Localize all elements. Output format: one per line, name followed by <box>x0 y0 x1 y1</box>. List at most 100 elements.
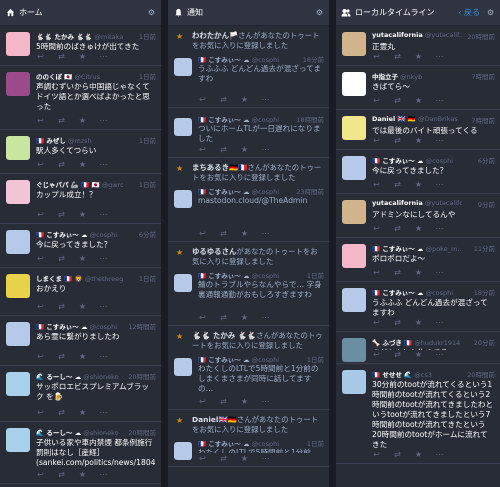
more-icon[interactable]: ⋯ <box>99 52 108 61</box>
status-author[interactable]: 🇫🇷 こすみぃ～ ☁ @cosphi <box>372 155 462 165</box>
status-author[interactable]: 🇫🇷 こすみぃ～ ☁ @cosphi <box>198 54 295 64</box>
favourite-icon[interactable]: ★ <box>78 160 87 169</box>
more-icon[interactable]: ⋯ <box>99 470 108 479</box>
status-item[interactable]: 🇫🇷 こすみぃ～ ☁ @cosphi 6分前 今に戻ってきました？ ↩ ⇄ ★ ⋯ <box>336 150 500 194</box>
status-item[interactable]: ぐじゃパパ 🦾 🇫🇷 🇯🇵 @gwrodj 1日前カップル成立！？ ↩ ⇄ ★ ⋯ <box>0 174 161 224</box>
more-icon[interactable]: ⋯ <box>435 224 444 233</box>
status-item[interactable]: 中指立子 @nkyb 7時間前 きばてら〜 ↩ ⇄ ★ ⋯ <box>336 66 500 110</box>
status-author[interactable]: 🇫🇷 こすみぃ～ ☁ @poke_m... <box>372 243 462 253</box>
boost-icon[interactable]: ⇄ <box>57 302 66 311</box>
favourite-icon[interactable]: ★ <box>414 96 423 105</box>
status-item[interactable]: しまくま 🇫🇷 🦁 @thethreegr 1日前 おかえり ↩ ⇄ ★ ⋯ <box>0 268 161 316</box>
avatar[interactable] <box>6 180 30 204</box>
reply-icon[interactable]: ↩ <box>372 318 381 327</box>
favourite-icon[interactable]: ★ <box>240 145 249 154</box>
avatar[interactable] <box>342 200 366 224</box>
reply-icon[interactable]: ↩ <box>36 52 45 61</box>
avatar[interactable] <box>6 32 30 56</box>
more-icon[interactable]: ⋯ <box>435 180 444 189</box>
more-icon[interactable]: ⋯ <box>261 313 270 322</box>
status-author[interactable]: 🌊 るーし～ ☁ @shioneko <box>36 427 123 437</box>
status-time[interactable]: 1日前 <box>307 270 324 280</box>
avatar[interactable] <box>342 244 366 268</box>
reply-icon[interactable]: ↩ <box>36 302 45 311</box>
status-author[interactable]: 🇫🇷 こすみぃ～ ☁ @cosphi <box>198 114 295 124</box>
status-time[interactable]: 1日前 <box>139 135 156 145</box>
favourite-icon[interactable]: ★ <box>240 229 249 238</box>
boost-icon[interactable]: ⇄ <box>57 52 66 61</box>
status-time[interactable]: 6分前 <box>478 155 495 165</box>
avatar[interactable] <box>342 32 366 56</box>
more-icon[interactable]: ⋯ <box>99 116 108 125</box>
status-author[interactable]: 🦴 ふづき 🇫🇷 @hudukr1914 <box>372 337 462 347</box>
status-time[interactable]: 18分前 <box>303 54 324 64</box>
reply-icon[interactable]: ↩ <box>372 350 381 359</box>
notification-item[interactable]: ★ わわたかん🏳️さんがあなたのトゥートをお気に入りに登録しました 🇫🇷 こすみぃ～… <box>168 26 329 108</box>
status-author[interactable]: 🇫🇷 こすみぃ～ ☁ @cosphi <box>198 438 295 448</box>
favourite-icon[interactable]: ★ <box>78 116 87 125</box>
boost-icon[interactable]: ⇄ <box>393 318 402 327</box>
reply-icon[interactable]: ↩ <box>198 229 207 238</box>
avatar[interactable] <box>174 442 192 460</box>
reply-icon[interactable]: ↩ <box>36 470 45 479</box>
reply-icon[interactable]: ↩ <box>36 210 45 219</box>
status-item[interactable]: 🌊 るーし～ ☁ @shioneko 20時間前 子供いる家や車内禁煙 都条例施行 … <box>0 422 161 484</box>
status-time[interactable]: 6分前 <box>139 229 156 239</box>
avatar[interactable] <box>342 72 366 96</box>
status-item[interactable]: Daniel 🇬🇧 🇩🇪 @DanBrikas 7時間前 では最後のバイト頑張ってく… <box>336 110 500 150</box>
status-author[interactable]: 🇫🇷 みぜし @mzsh <box>36 135 123 145</box>
notification-item[interactable]: ★ Daniel🇬🇧🇩🇪さんがあなたのトゥートをお気に入りに登録しました 🇫🇷 こす… <box>168 410 329 467</box>
notification-item[interactable]: ★ ゆるゆるさんがあなたのトゥートをお気に入りに登録しました 🇫🇷 こすみぃ～ ☁ … <box>168 242 329 326</box>
more-icon[interactable]: ⋯ <box>99 408 108 417</box>
more-icon[interactable]: ⋯ <box>99 302 108 311</box>
reply-icon[interactable]: ↩ <box>198 397 207 406</box>
status-author[interactable]: 🇫🇷 こすみぃ～ ☁ @cosphi <box>198 270 295 280</box>
status-time[interactable]: 1日前 <box>139 179 156 189</box>
avatar[interactable] <box>6 72 30 96</box>
status-item[interactable]: 🇫🇷 こすみぃ～ ☁ @cosphi 18分前 うふふふ どんどん過去が混ざってます… <box>336 282 500 332</box>
boost-icon[interactable]: ⇄ <box>57 254 66 263</box>
avatar[interactable] <box>342 370 366 394</box>
status-item[interactable]: yutacalifornia @yutacalif... 20時間前 正霊丸 ↩ ⇄ ★ ⋯ <box>336 26 500 66</box>
boost-icon[interactable]: ⇄ <box>57 470 66 479</box>
status-item[interactable]: 🦴 ふづき 🇫🇷 @hudukr191420分前まだなんとか生きてる↩⇄★⋯ <box>336 332 500 364</box>
favourite-icon[interactable]: ★ <box>240 454 249 463</box>
favourite-icon[interactable]: ★ <box>414 350 423 359</box>
boost-icon[interactable]: ⇄ <box>57 160 66 169</box>
boost-icon[interactable]: ⇄ <box>219 229 228 238</box>
status-time[interactable]: 20時間前 <box>467 369 495 379</box>
reply-icon[interactable]: ↩ <box>372 96 381 105</box>
boost-icon[interactable]: ⇄ <box>57 352 66 361</box>
more-icon[interactable]: ⋯ <box>435 318 444 327</box>
reply-icon[interactable]: ↩ <box>198 313 207 322</box>
reply-icon[interactable]: ↩ <box>36 254 45 263</box>
favourite-icon[interactable]: ★ <box>414 52 423 61</box>
avatar[interactable] <box>6 372 30 396</box>
reply-icon[interactable]: ↩ <box>372 136 381 145</box>
reply-icon[interactable]: ↩ <box>198 95 207 104</box>
more-icon[interactable]: ⋯ <box>261 454 270 463</box>
favourite-icon[interactable]: ★ <box>78 352 87 361</box>
status-item[interactable]: 🇫🇷 こすみぃ～ ☁ @cosphi 12時間前 あら霊に繋がりましたわ ↩ ⇄ ★ ⋯ <box>0 316 161 366</box>
reply-icon[interactable]: ↩ <box>36 352 45 361</box>
back-button[interactable]: ‹ 戻る <box>458 7 480 18</box>
status-author[interactable]: 🐇🐇 たかみ 🐇🐇 @mitakami <box>36 31 123 41</box>
avatar[interactable] <box>174 118 192 136</box>
status-time[interactable]: 18分前 <box>474 287 495 297</box>
reply-icon[interactable]: ↩ <box>372 268 381 277</box>
status-time[interactable]: 20時間前 <box>128 427 156 437</box>
status-time[interactable]: 11分前 <box>474 243 495 253</box>
favourite-icon[interactable]: ★ <box>78 254 87 263</box>
favourite-icon[interactable]: ★ <box>78 52 87 61</box>
favourite-icon[interactable]: ★ <box>414 450 423 459</box>
more-icon[interactable]: ⋯ <box>435 268 444 277</box>
boost-icon[interactable]: ⇄ <box>393 350 402 359</box>
status-time[interactable]: 9分前 <box>478 199 495 209</box>
status-author[interactable]: しまくま 🇫🇷 🦁 @thethreegr <box>36 273 123 283</box>
avatar[interactable] <box>6 274 30 298</box>
status-time[interactable]: 1日前 <box>139 273 156 283</box>
status-author[interactable]: 🇫🇷 こすみぃ～ ☁ @cosphi <box>372 287 462 297</box>
status-time[interactable]: 7時間前 <box>471 71 495 81</box>
favourite-icon[interactable]: ★ <box>240 95 249 104</box>
boost-icon[interactable]: ⇄ <box>219 145 228 154</box>
